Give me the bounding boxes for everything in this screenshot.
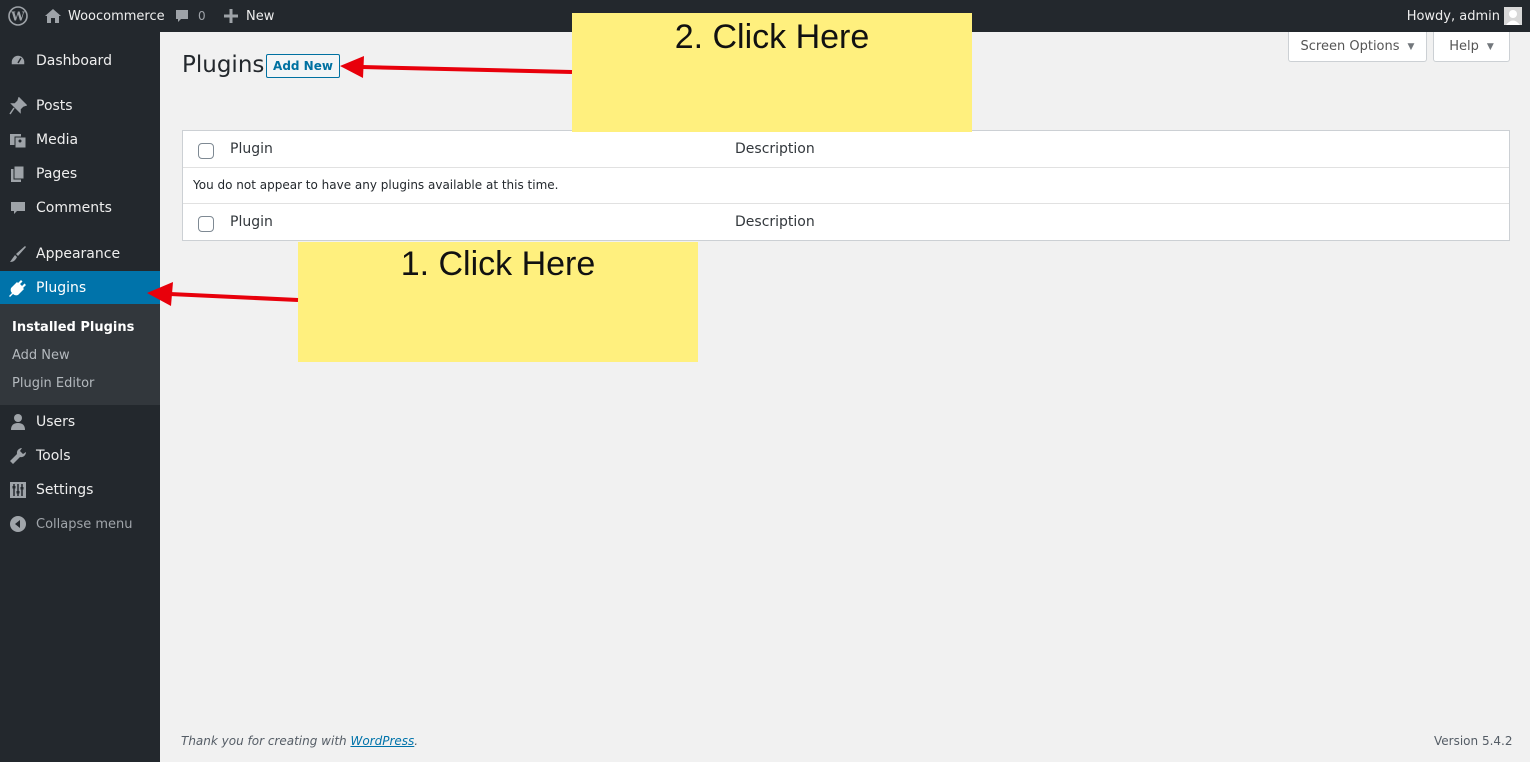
new-content-link[interactable]: New <box>224 0 274 32</box>
dashboard-icon <box>0 52 36 70</box>
avatar[interactable] <box>1504 7 1522 25</box>
sidebar-item-pages[interactable]: Pages <box>0 157 160 191</box>
screen-options-label: Screen Options <box>1300 39 1400 54</box>
home-icon <box>44 8 62 24</box>
sidebar-item-comments[interactable]: Comments <box>0 191 160 225</box>
help-button[interactable]: Help ▼ <box>1433 32 1510 62</box>
sidebar-item-label: Plugins <box>36 280 87 296</box>
column-footer-description: Description <box>735 214 815 230</box>
account-menu[interactable]: Howdy, admin <box>1407 0 1500 32</box>
collapse-icon <box>0 515 36 533</box>
sidebar-item-users[interactable]: Users <box>0 405 160 439</box>
submenu-add-new[interactable]: Add New <box>12 348 70 363</box>
sidebar-item-label: Posts <box>36 98 73 114</box>
footer-period: . <box>414 734 419 748</box>
footer-thanks-text: Thank you for creating with <box>181 734 347 748</box>
page-title: Plugins <box>182 52 265 78</box>
empty-message: You do not appear to have any plugins av… <box>193 178 559 192</box>
callout-step-1: 1. Click Here <box>298 242 698 362</box>
sidebar-item-plugins[interactable]: Plugins <box>0 271 160 305</box>
screen-options-button[interactable]: Screen Options ▼ <box>1288 32 1427 62</box>
user-icon <box>0 413 36 431</box>
sidebar-item-label: Users <box>36 414 76 430</box>
admin-sidebar: Dashboard Posts Media Pages Comments App… <box>0 32 160 762</box>
sidebar-item-label: Settings <box>36 482 94 498</box>
comment-icon <box>174 8 190 24</box>
callout-step-2: 2. Click Here <box>572 13 972 132</box>
plus-icon <box>224 9 238 23</box>
media-icon <box>0 131 36 149</box>
select-all-checkbox[interactable] <box>198 143 214 159</box>
version-text: Version 5.4.2 <box>1434 734 1513 748</box>
sidebar-item-label: Dashboard <box>36 53 112 69</box>
sidebar-item-settings[interactable]: Settings <box>0 473 160 507</box>
howdy-text: Howdy, admin <box>1406 8 1500 24</box>
new-label: New <box>246 8 275 24</box>
sidebar-item-label: Tools <box>36 448 71 464</box>
wordpress-link[interactable]: WordPress <box>350 734 414 748</box>
sidebar-item-label: Appearance <box>36 246 121 262</box>
wordpress-logo-icon[interactable]: W <box>8 0 28 32</box>
plugins-submenu: Installed Plugins Add New Plugin Editor <box>0 304 160 405</box>
comment-count: 0 <box>198 9 206 23</box>
table-footer-row: Plugin Description <box>183 204 1509 241</box>
add-new-button[interactable]: Add New <box>266 54 340 78</box>
sidebar-item-dashboard[interactable]: Dashboard <box>0 44 160 78</box>
footer-thanks: Thank you for creating with WordPress. <box>181 734 418 748</box>
arrow-to-add-new <box>340 56 573 78</box>
collapse-menu-button[interactable]: Collapse menu <box>0 507 160 541</box>
select-all-checkbox-footer[interactable] <box>198 216 214 232</box>
table-row: You do not appear to have any plugins av… <box>183 168 1509 204</box>
sidebar-item-posts[interactable]: Posts <box>0 89 160 123</box>
comments-link[interactable]: 0 <box>174 0 206 32</box>
wrench-icon <box>0 447 36 465</box>
submenu-installed-plugins[interactable]: Installed Plugins <box>12 320 134 335</box>
sidebar-item-tools[interactable]: Tools <box>0 439 160 473</box>
pin-icon <box>0 97 36 115</box>
sidebar-item-label: Media <box>36 132 79 148</box>
submenu-plugin-editor[interactable]: Plugin Editor <box>12 376 94 391</box>
site-name: Woocommerce <box>68 8 165 24</box>
arrow-to-plugins-menu <box>147 282 299 306</box>
sidebar-item-label: Pages <box>36 166 78 182</box>
plugin-icon <box>0 279 36 297</box>
brush-icon <box>0 245 36 263</box>
collapse-label: Collapse menu <box>36 516 133 532</box>
plugins-table: Plugin Description You do not appear to … <box>182 130 1510 241</box>
site-home-link[interactable]: Woocommerce <box>44 0 165 32</box>
comment-icon <box>0 199 36 217</box>
sidebar-item-appearance[interactable]: Appearance <box>0 237 160 271</box>
column-header-description: Description <box>735 141 815 157</box>
caret-down-icon: ▼ <box>1407 41 1415 52</box>
column-footer-plugin[interactable]: Plugin <box>230 214 273 230</box>
caret-down-icon: ▼ <box>1486 41 1494 52</box>
pages-icon <box>0 165 36 183</box>
sidebar-item-label: Comments <box>36 200 112 216</box>
sidebar-item-media[interactable]: Media <box>0 123 160 157</box>
table-header-row: Plugin Description <box>183 131 1509 168</box>
settings-icon <box>0 481 36 499</box>
help-label: Help <box>1449 39 1479 54</box>
svg-text:W: W <box>10 10 25 24</box>
column-header-plugin[interactable]: Plugin <box>230 141 273 157</box>
